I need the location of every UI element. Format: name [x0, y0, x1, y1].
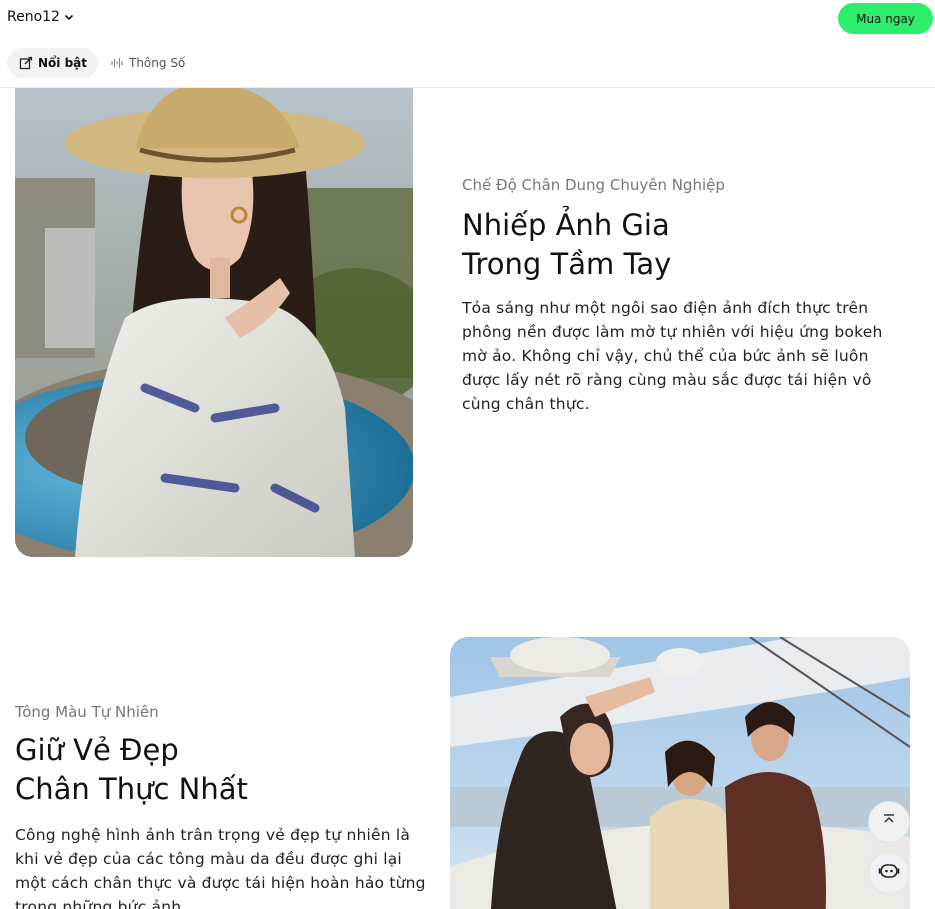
- portrait-photo: [15, 88, 413, 557]
- tab-label: Thông Số: [129, 56, 186, 70]
- chevron-down-icon: [63, 11, 75, 23]
- buy-now-button[interactable]: Mua ngay: [838, 3, 933, 34]
- group-photo: [450, 637, 910, 909]
- product-selector[interactable]: Reno12: [7, 9, 75, 25]
- tab-label: Nổi bật: [38, 56, 88, 70]
- section-body: Công nghệ hình ảnh trân trọng vẻ đẹp tự …: [15, 826, 426, 909]
- section-nav: Nổi bật Thông Số: [0, 36, 935, 88]
- section-headline: Giữ Vẻ Đẹp Chân Thực Nhất: [15, 731, 248, 809]
- top-bar: Reno12 Mua ngay: [0, 0, 935, 36]
- tab-specs[interactable]: Thông Số: [98, 48, 196, 78]
- chat-assistant-icon: [878, 860, 900, 886]
- scroll-to-top-button[interactable]: [868, 801, 910, 843]
- section-eyebrow: Tông Màu Tự Nhiên: [15, 703, 159, 721]
- spec-waveform-icon: [110, 56, 124, 70]
- headline-line: Nhiếp Ảnh Gia: [462, 208, 670, 242]
- section-eyebrow: Chế Độ Chân Dung Chuyên Nghiệp: [462, 176, 725, 194]
- highlight-icon: [19, 56, 33, 70]
- section-body: Tỏa sáng như một ngôi sao điện ảnh đích …: [462, 299, 883, 413]
- headline-line: Trong Tầm Tay: [462, 247, 672, 281]
- tab-highlights[interactable]: Nổi bật: [7, 48, 99, 78]
- section-headline: Nhiếp Ảnh Gia Trong Tầm Tay: [462, 206, 671, 284]
- product-name: Reno12: [7, 9, 60, 25]
- chat-assistant-button[interactable]: [868, 852, 910, 894]
- headline-line: Giữ Vẻ Đẹp: [15, 733, 179, 767]
- scroll-to-top-icon: [880, 811, 898, 833]
- headline-line: Chân Thực Nhất: [15, 772, 248, 806]
